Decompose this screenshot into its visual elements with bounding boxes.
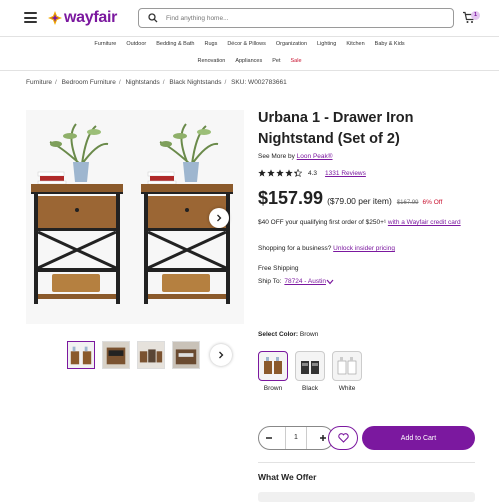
sku-label: SKU: W002783661 xyxy=(231,79,287,86)
next-thumbnails-button[interactable] xyxy=(210,344,232,366)
star-partial-icon xyxy=(294,169,302,177)
price-per-item: ($79.00 per item) xyxy=(327,196,392,206)
ship-to-location-link[interactable]: 78724 - Austin xyxy=(284,278,326,285)
original-price: $167.99 xyxy=(396,200,419,206)
brand-link[interactable]: Loon Peak® xyxy=(297,153,333,160)
thumbnail-1[interactable] xyxy=(67,341,95,369)
nav-item-renovation[interactable]: Renovation xyxy=(197,58,225,64)
search-bar[interactable] xyxy=(138,8,454,28)
nav-item-rugs[interactable]: Rugs xyxy=(204,41,217,47)
swatch-label-black: Black xyxy=(302,385,318,392)
logo-mark-icon xyxy=(48,11,62,25)
price-row: $157.99 ($79.00 per item) $167.99 6% Off xyxy=(258,188,442,209)
selected-color: Brown xyxy=(299,331,319,338)
offer-divider xyxy=(258,462,475,463)
business-pricing: Shopping for a business? Unlock insider … xyxy=(258,245,395,252)
black-nightstand-icon xyxy=(301,361,319,374)
breadcrumb-furniture[interactable]: Furniture xyxy=(26,79,52,86)
category-nav-row-1: Furniture Outdoor Bedding & Bath Rugs Dé… xyxy=(0,41,499,47)
swatch-label-white: White xyxy=(338,385,356,392)
add-to-cart-button[interactable]: Add to Cart xyxy=(362,426,475,450)
nav-item-appliances[interactable]: Appliances xyxy=(235,58,262,64)
nav-item-organization[interactable]: Organization xyxy=(276,41,307,47)
rating-value: 4.3 xyxy=(308,169,318,177)
heart-icon xyxy=(337,433,349,443)
what-we-offer-heading: What We Offer xyxy=(258,472,317,482)
insider-pricing-link[interactable]: Unlock insider pricing xyxy=(333,245,395,252)
nav-item-decor-pillows[interactable]: Décor & Pillows xyxy=(227,41,266,47)
star-full-icon xyxy=(276,169,284,177)
color-swatch-brown[interactable] xyxy=(258,351,288,381)
promo-text: $40 OFF your qualifying first order of $… xyxy=(258,219,387,226)
credit-card-promo: $40 OFF your qualifying first order of $… xyxy=(258,217,478,228)
star-full-icon xyxy=(258,169,266,177)
wayfair-logo[interactable]: wayfair xyxy=(48,7,117,29)
chevron-right-icon xyxy=(219,351,224,359)
color-swatch-white[interactable] xyxy=(332,351,362,381)
nav-item-sale[interactable]: Sale xyxy=(291,58,302,64)
swatch-label-brown: Brown xyxy=(263,385,283,392)
ship-to-label: Ship To: xyxy=(258,278,282,285)
credit-card-link[interactable]: with a Wayfair credit card xyxy=(388,219,461,226)
breadcrumb-nightstands[interactable]: Nightstands xyxy=(125,79,159,86)
nav-divider xyxy=(0,70,499,71)
breadcrumb-black-nightstands[interactable]: Black Nightstands xyxy=(169,79,221,86)
see-more-label: See More by xyxy=(258,153,295,160)
header-divider xyxy=(0,36,499,37)
offer-panel xyxy=(258,492,475,502)
next-image-button[interactable] xyxy=(209,208,229,228)
nav-item-furniture[interactable]: Furniture xyxy=(94,41,116,47)
breadcrumb-bedroom-furniture[interactable]: Bedroom Furniture xyxy=(62,79,116,86)
see-more-by: See More by Loon Peak® xyxy=(258,153,333,160)
nav-item-bedding-bath[interactable]: Bedding & Bath xyxy=(156,41,194,47)
color-swatch-black[interactable] xyxy=(295,351,325,381)
white-nightstand-icon xyxy=(337,357,357,375)
rating-row: 4.3 1331 Reviews xyxy=(258,169,366,177)
star-full-icon xyxy=(285,169,293,177)
quantity-stepper: 1 xyxy=(258,426,334,450)
menu-icon[interactable] xyxy=(24,12,37,23)
search-icon xyxy=(148,13,158,23)
product-title: Urbana 1 - Drawer Iron Nightstand (Set o… xyxy=(258,110,414,147)
thumbnail-4[interactable] xyxy=(172,341,200,369)
logo-text: wayfair xyxy=(64,9,118,26)
favorite-button[interactable] xyxy=(328,426,358,450)
nav-item-outdoor[interactable]: Outdoor xyxy=(126,41,146,47)
quantity-value[interactable]: 1 xyxy=(285,427,307,449)
star-full-icon xyxy=(267,169,275,177)
free-shipping-label: Free Shipping xyxy=(258,265,299,272)
discount-badge: 6% Off xyxy=(422,199,443,206)
select-color: Select Color: Brown xyxy=(258,331,318,338)
decrease-quantity-button[interactable] xyxy=(259,428,279,448)
ship-to: Ship To: 78724 - Austin xyxy=(258,278,334,285)
brown-nightstand-icon xyxy=(264,357,282,374)
thumbnail-2[interactable] xyxy=(102,341,130,369)
search-input[interactable] xyxy=(164,13,438,23)
nav-item-pet[interactable]: Pet xyxy=(272,58,280,64)
business-text: Shopping for a business? xyxy=(258,245,332,252)
select-color-label: Select Color: xyxy=(258,331,299,338)
price: $157.99 xyxy=(258,188,324,208)
breadcrumb: Furniture / Bedroom Furniture / Nightstand… xyxy=(26,79,287,86)
category-nav-row-2: Renovation Appliances Pet Sale xyxy=(0,58,499,64)
reviews-link[interactable]: 1331 Reviews xyxy=(325,170,366,177)
chevron-down-icon[interactable] xyxy=(326,279,334,285)
nav-item-lighting[interactable]: Lighting xyxy=(317,41,336,47)
cart-count-badge: 1 xyxy=(471,11,480,20)
nav-item-baby-kids[interactable]: Baby & Kids xyxy=(375,41,405,47)
thumbnail-3[interactable] xyxy=(137,341,165,369)
nav-item-kitchen[interactable]: Kitchen xyxy=(346,41,364,47)
minus-icon xyxy=(266,437,272,439)
plus-icon xyxy=(320,435,326,441)
chevron-right-icon xyxy=(217,214,222,222)
